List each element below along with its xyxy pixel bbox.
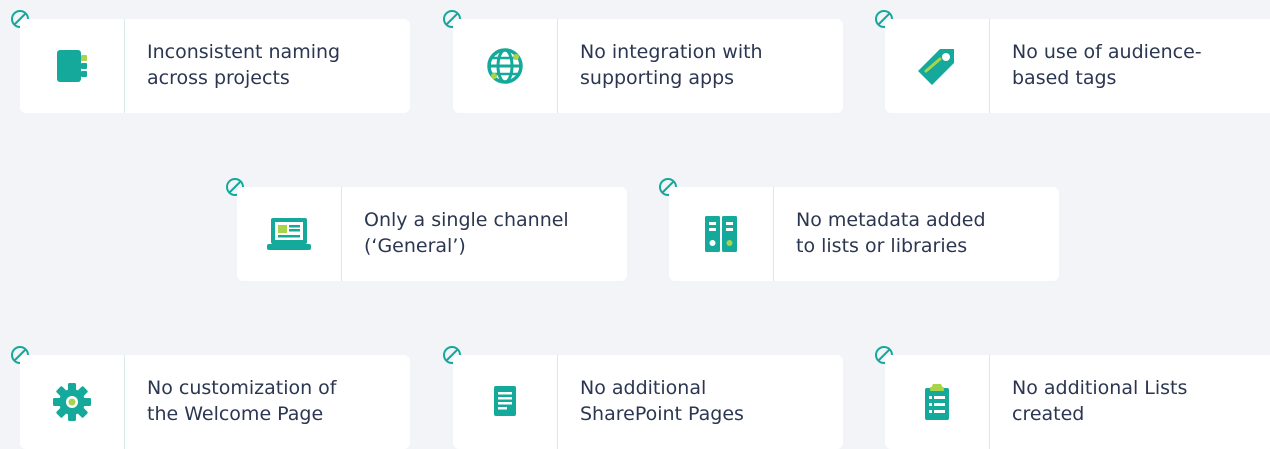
issue-label: Only a single channel (‘General’): [364, 209, 569, 257]
icon-cell: [20, 19, 125, 113]
tag-icon: [918, 49, 954, 85]
issue-label: No integration with supporting apps: [580, 41, 763, 89]
issue-label: No additional Lists created: [1012, 377, 1188, 425]
binders-icon: [705, 216, 737, 252]
icon-cell: [885, 19, 990, 113]
laptop-icon: [267, 218, 311, 250]
issue-card-welcome-page: No customization of the Welcome Page: [20, 355, 410, 449]
icon-cell: [453, 19, 558, 113]
issue-label: Inconsistent naming across projects: [147, 41, 341, 89]
document-icon: [494, 386, 516, 416]
icon-cell: [237, 187, 342, 281]
icon-cell: [453, 355, 558, 449]
issue-label: No metadata added to lists or libraries: [796, 209, 986, 257]
issue-card-naming: Inconsistent naming across projects: [20, 19, 410, 113]
clipboard-icon: [925, 384, 949, 420]
issue-card-sharepoint-pages: No additional SharePoint Pages: [453, 355, 843, 449]
notebook-icon: [57, 50, 87, 82]
icon-cell: [669, 187, 774, 281]
issue-card-metadata: No metadata added to lists or libraries: [669, 187, 1059, 281]
issue-label: No customization of the Welcome Page: [147, 377, 337, 425]
issue-card-tags: No use of audience- based tags: [885, 19, 1270, 113]
icon-cell: [885, 355, 990, 449]
issue-card-channel: Only a single channel (‘General’): [237, 187, 627, 281]
icon-cell: [20, 355, 125, 449]
globe-icon: [487, 48, 523, 84]
issue-card-integration: No integration with supporting apps: [453, 19, 843, 113]
issue-label: No additional SharePoint Pages: [580, 377, 744, 425]
issue-card-lists: No additional Lists created: [885, 355, 1270, 449]
issue-label: No use of audience- based tags: [1012, 41, 1202, 89]
gear-icon: [53, 383, 91, 421]
